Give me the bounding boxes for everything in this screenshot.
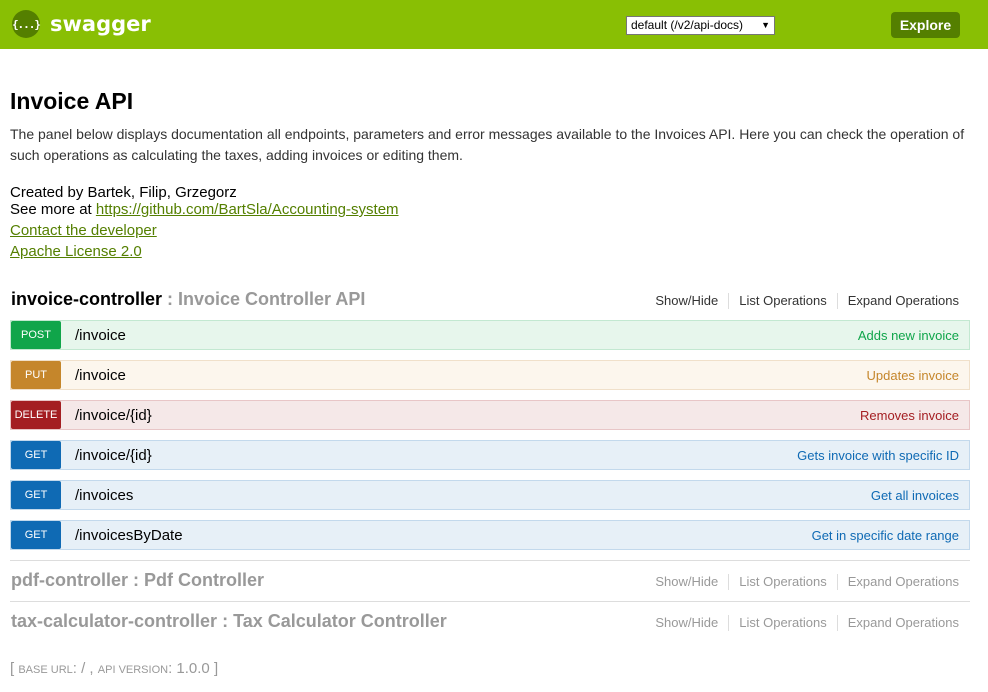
list-operations-link[interactable]: List Operations: [728, 293, 836, 309]
resource-actions: Show/Hide List Operations Expand Operati…: [645, 615, 959, 631]
resource-divider: [10, 560, 970, 561]
operation-row[interactable]: GET /invoicesByDate Get in specific date…: [10, 520, 970, 550]
show-hide-link[interactable]: Show/Hide: [645, 574, 728, 590]
see-more-line: See more at https://github.com/BartSla/A…: [10, 201, 399, 218]
chevron-down-icon: ▼: [761, 20, 770, 30]
operation-summary[interactable]: Adds new invoice: [858, 328, 959, 343]
http-method-badge: GET: [11, 521, 61, 549]
http-method-badge: GET: [11, 441, 61, 469]
resource-divider: [10, 601, 970, 602]
explore-button[interactable]: Explore: [891, 12, 960, 38]
operation-summary[interactable]: Updates invoice: [867, 368, 960, 383]
resource-title[interactable]: tax-calculator-controller : Tax Calculat…: [11, 611, 447, 632]
resource-actions: Show/Hide List Operations Expand Operati…: [645, 574, 959, 590]
api-spec-select[interactable]: default (/v2/api-docs) ▼: [626, 16, 775, 35]
operation-row[interactable]: DELETE /invoice/{id} Removes invoice: [10, 400, 970, 430]
see-more-prefix: See more at: [10, 201, 96, 218]
base-url-label: Base url: [18, 664, 73, 676]
swagger-logo-icon: {...}: [12, 10, 41, 38]
operation-path[interactable]: /invoice/{id}: [75, 407, 152, 424]
resource-separator: :: [162, 289, 179, 309]
api-spec-select-value: default (/v2/api-docs): [631, 18, 744, 32]
operation-row[interactable]: POST /invoice Adds new invoice: [10, 320, 970, 350]
created-by-text: Created by Bartek, Filip, Grzegorz: [10, 184, 237, 201]
http-method-badge: PUT: [11, 361, 61, 389]
license-link[interactable]: Apache License 2.0: [10, 243, 142, 260]
http-method-badge: POST: [11, 321, 61, 349]
resource-description: Tax Calculator Controller: [233, 611, 447, 631]
operation-row[interactable]: GET /invoice/{id} Gets invoice with spec…: [10, 440, 970, 470]
expand-operations-link[interactable]: Expand Operations: [836, 615, 959, 631]
expand-operations-link[interactable]: Expand Operations: [836, 293, 959, 309]
resource-name: pdf-controller: [11, 570, 128, 590]
resource-actions: Show/Hide List Operations Expand Operati…: [645, 293, 959, 309]
show-hide-link[interactable]: Show/Hide: [645, 615, 728, 631]
swagger-logo-text: swagger: [50, 12, 151, 36]
resource-description: Invoice Controller API: [178, 289, 366, 309]
page-title: Invoice API: [10, 88, 134, 114]
contact-developer-link[interactable]: Contact the developer: [10, 222, 157, 239]
list-operations-link[interactable]: List Operations: [728, 574, 836, 590]
operation-summary[interactable]: Removes invoice: [860, 408, 959, 423]
expand-operations-link[interactable]: Expand Operations: [836, 574, 959, 590]
operation-row[interactable]: GET /invoices Get all invoices: [10, 480, 970, 510]
resource-name: tax-calculator-controller: [11, 611, 218, 631]
api-version-label: Api version: [97, 664, 169, 676]
github-link[interactable]: https://github.com/BartSla/Accounting-sy…: [96, 201, 399, 218]
operation-summary[interactable]: Gets invoice with specific ID: [797, 448, 959, 463]
api-footer: [ Base url: / , Api version: 1.0.0 ]: [10, 660, 218, 677]
operation-summary[interactable]: Get all invoices: [871, 488, 959, 503]
show-hide-link[interactable]: Show/Hide: [645, 293, 728, 309]
operation-path[interactable]: /invoice/{id}: [75, 447, 152, 464]
api-description: The panel below displays documentation a…: [10, 126, 965, 163]
operation-path[interactable]: /invoicesByDate: [75, 527, 183, 544]
resource-name: invoice-controller: [11, 289, 163, 309]
base-url-value: : / ,: [72, 660, 98, 677]
resource-header-invoice-controller: invoice-controller : Invoice Controller …: [10, 289, 970, 319]
resource-header-tax-calculator-controller: tax-calculator-controller : Tax Calculat…: [10, 611, 970, 641]
swagger-logo[interactable]: {...} swagger: [12, 10, 151, 38]
resource-header-pdf-controller: pdf-controller : Pdf Controller Show/Hid…: [10, 570, 970, 600]
operation-row[interactable]: PUT /invoice Updates invoice: [10, 360, 970, 390]
http-method-badge: GET: [11, 481, 61, 509]
top-bar: {...} swagger default (/v2/api-docs) ▼ E…: [0, 0, 988, 49]
resource-title[interactable]: pdf-controller : Pdf Controller: [11, 570, 264, 591]
resource-title[interactable]: invoice-controller : Invoice Controller …: [11, 289, 365, 310]
resource-separator: :: [128, 570, 144, 590]
operation-path[interactable]: /invoice: [75, 367, 126, 384]
list-operations-link[interactable]: List Operations: [728, 615, 836, 631]
resource-separator: :: [217, 611, 234, 631]
operation-summary[interactable]: Get in specific date range: [812, 528, 959, 543]
resource-description: Pdf Controller: [144, 570, 264, 590]
operation-path[interactable]: /invoice: [75, 327, 126, 344]
api-version-value: : 1.0.0 ]: [168, 660, 219, 677]
http-method-badge: DELETE: [11, 401, 61, 429]
operation-path[interactable]: /invoices: [75, 487, 133, 504]
